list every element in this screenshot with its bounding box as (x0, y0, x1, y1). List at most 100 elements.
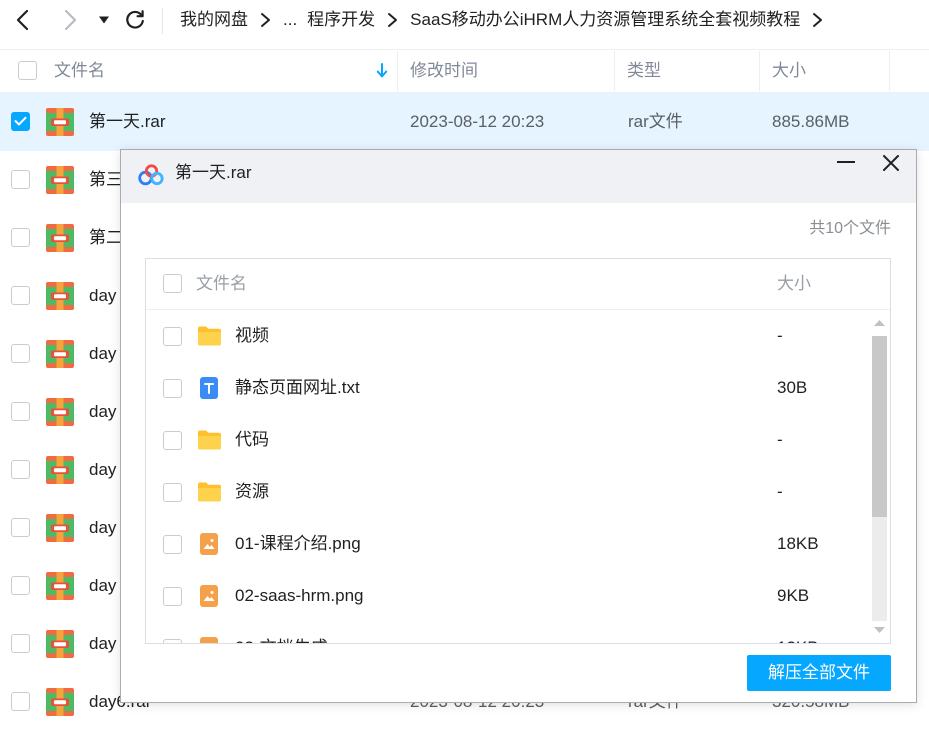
file-name[interactable]: day (89, 325, 116, 383)
file-list-header: 文件名 修改时间 类型 大小 (0, 49, 929, 93)
item-name[interactable]: 视频 (235, 310, 269, 362)
rar-file-icon (46, 688, 74, 716)
file-name[interactable]: day (89, 441, 116, 499)
row-checkbox[interactable] (11, 402, 30, 421)
archive-list-item[interactable]: 代码 - (146, 414, 871, 466)
archive-file-count: 共10个文件 (809, 220, 891, 237)
rar-file-icon (46, 108, 74, 136)
rar-file-icon (46, 572, 74, 600)
back-arrow-icon[interactable] (13, 8, 33, 32)
minimize-icon[interactable] (836, 151, 856, 171)
item-name[interactable]: 资源 (235, 466, 269, 518)
row-checkbox[interactable] (11, 112, 30, 131)
row-checkbox[interactable] (11, 228, 30, 247)
archive-list-item[interactable]: 01-课程介绍.png 18KB (146, 518, 871, 570)
row-checkbox[interactable] (11, 576, 30, 595)
row-checkbox[interactable] (11, 170, 30, 189)
file-row[interactable]: 第一天.rar 2023-08-12 20:23 rar文件 885.86MB (0, 93, 929, 151)
file-name[interactable]: day (89, 615, 116, 673)
item-checkbox[interactable] (163, 535, 182, 554)
column-header-name: 文件名 (196, 274, 247, 293)
txt-file-icon (200, 377, 218, 399)
file-name[interactable]: 第三 (89, 151, 123, 209)
folder-icon (198, 482, 221, 502)
select-all-checkbox[interactable] (163, 274, 182, 293)
rar-file-icon (46, 456, 74, 484)
item-name[interactable]: 01-课程介绍.png (235, 518, 361, 570)
archive-list-item[interactable]: 03-文档生成 13KB (146, 622, 871, 643)
item-name[interactable]: 静态页面网址.txt (235, 362, 360, 414)
file-name[interactable]: 第一天.rar (89, 93, 166, 151)
archive-list-item[interactable]: 视频 - (146, 310, 871, 362)
column-header-type[interactable]: 类型 (627, 50, 661, 92)
item-name[interactable]: 02-saas-hrm.png (235, 570, 364, 622)
sort-down-icon[interactable] (376, 63, 388, 79)
chevron-right-icon[interactable] (812, 12, 823, 28)
item-checkbox[interactable] (163, 431, 182, 450)
breadcrumb-current[interactable]: SaaS移动办公iHRM人力资源管理系统全套视频教程 (410, 8, 800, 32)
breadcrumb-ellipsis[interactable]: ... (283, 8, 297, 32)
archive-list-item[interactable]: 02-saas-hrm.png 9KB (146, 570, 871, 622)
rar-file-icon (46, 630, 74, 658)
breadcrumb-parent[interactable]: 程序开发 (307, 8, 375, 32)
netdisk-window: 我的网盘 ... 程序开发 SaaS移动办公iHRM人力资源管理系统全套视频教程… (0, 0, 929, 744)
file-name[interactable]: day (89, 383, 116, 441)
row-checkbox[interactable] (11, 286, 30, 305)
breadcrumb-root[interactable]: 我的网盘 (180, 8, 248, 32)
row-checkbox[interactable] (11, 344, 30, 363)
forward-arrow-icon[interactable] (60, 8, 80, 32)
row-checkbox[interactable] (11, 518, 30, 537)
select-all-checkbox[interactable] (18, 61, 37, 80)
scroll-up-arrow-icon[interactable] (871, 317, 888, 328)
column-header-size[interactable]: 大小 (772, 50, 806, 92)
column-header-size: 大小 (777, 274, 811, 293)
dialog-title-bar[interactable]: 第一天.rar (121, 150, 916, 203)
item-checkbox[interactable] (163, 327, 182, 346)
rar-file-icon (46, 514, 74, 542)
column-header-modified[interactable]: 修改时间 (410, 50, 478, 92)
row-checkbox[interactable] (11, 634, 30, 653)
rar-file-icon (46, 224, 74, 252)
rar-file-icon (46, 166, 74, 194)
rar-file-icon (46, 282, 74, 310)
folder-icon (198, 326, 221, 346)
archive-file-list: 文件名 大小 视频 - 静态页面网址.txt 30B 代码 - 资源 - 01-… (145, 258, 891, 644)
column-divider[interactable] (397, 51, 398, 91)
scrollbar-thumb[interactable] (872, 336, 887, 517)
rar-file-icon (46, 398, 74, 426)
item-name[interactable]: 03-文档生成 (235, 622, 328, 643)
row-checkbox[interactable] (11, 692, 30, 711)
archive-list-item[interactable]: 静态页面网址.txt 30B (146, 362, 871, 414)
file-name[interactable]: 第二 (89, 209, 123, 267)
chevron-right-icon (387, 12, 398, 28)
item-size: - (777, 482, 783, 501)
close-icon[interactable] (882, 154, 900, 172)
item-size: - (777, 430, 783, 449)
column-divider[interactable] (759, 51, 760, 91)
item-checkbox[interactable] (163, 483, 182, 502)
navigation-bar: 我的网盘 ... 程序开发 SaaS移动办公iHRM人力资源管理系统全套视频教程 (0, 0, 929, 44)
item-checkbox[interactable] (163, 587, 182, 606)
column-header-name[interactable]: 文件名 (54, 50, 105, 92)
dialog-title: 第一天.rar (175, 163, 252, 182)
item-size: 18KB (777, 534, 819, 553)
row-checkbox[interactable] (11, 460, 30, 479)
item-name[interactable]: 代码 (235, 414, 269, 466)
file-type: rar文件 (628, 112, 683, 131)
folder-icon (198, 430, 221, 450)
item-checkbox[interactable] (163, 379, 182, 398)
item-checkbox[interactable] (163, 639, 182, 643)
archive-preview-dialog: 第一天.rar 共10个文件 文件名 大小 视频 - 静态页面网址.txt 30… (120, 149, 917, 703)
file-name[interactable]: day (89, 499, 116, 557)
archive-list-item[interactable]: 资源 - (146, 466, 871, 518)
item-size: - (777, 326, 783, 345)
caret-down-icon[interactable] (98, 16, 110, 24)
extract-all-button[interactable]: 解压全部文件 (747, 655, 891, 691)
column-divider[interactable] (889, 51, 890, 91)
file-name[interactable]: day (89, 267, 116, 325)
scroll-down-arrow-icon[interactable] (871, 625, 888, 636)
column-divider[interactable] (614, 51, 615, 91)
chevron-right-icon (260, 12, 271, 28)
file-name[interactable]: day (89, 557, 116, 615)
refresh-icon[interactable] (124, 9, 146, 31)
